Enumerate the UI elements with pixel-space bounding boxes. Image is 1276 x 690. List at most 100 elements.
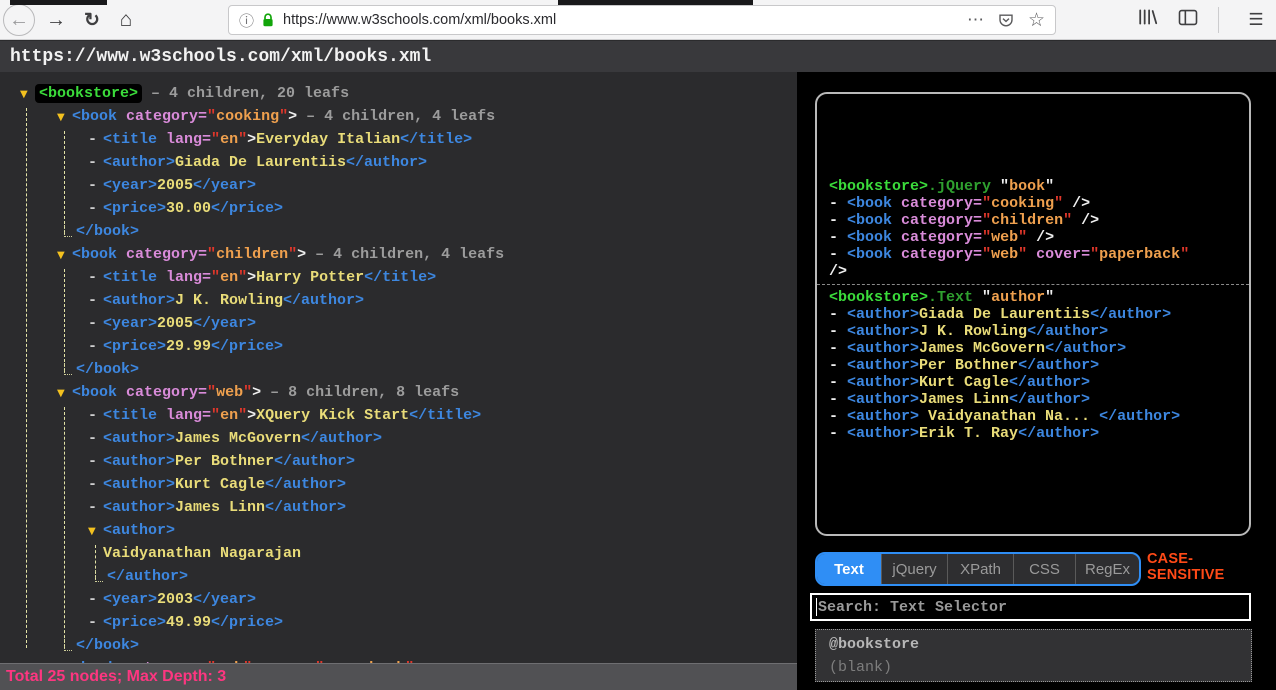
page-actions-icon[interactable]: ⋯ — [967, 10, 984, 30]
code-segment: Everyday Italian — [256, 131, 400, 148]
code-segment: " — [1045, 289, 1054, 306]
code-segment: - — [829, 195, 847, 212]
code-segment: - — [829, 246, 847, 263]
search-box — [810, 593, 1251, 621]
result-line: - <book category="children" /> — [829, 212, 1237, 229]
code-segment: " — [1045, 178, 1054, 195]
sidebar-toggle-icon[interactable] — [1178, 9, 1198, 31]
code-segment: <author> — [847, 357, 919, 374]
expander-triangle-icon[interactable]: ▼ — [88, 526, 103, 537]
tree-node-row[interactable]: -<author>Per Bothner</author> — [0, 453, 797, 476]
code-segment: 2003 — [157, 591, 193, 608]
code-segment: <bookstore> — [829, 289, 928, 306]
close-tag-corner — [64, 363, 72, 375]
reload-button[interactable]: ↻ — [76, 4, 108, 36]
code-segment: <year> — [103, 315, 157, 332]
code-segment: Vaidyanathan Na... — [919, 408, 1099, 425]
tab-text[interactable]: Text — [817, 554, 881, 584]
code-segment: </author> — [1018, 357, 1099, 374]
tree-node-row[interactable]: -<year>2005</year> — [0, 177, 797, 200]
bookmark-star-icon[interactable]: ☆ — [1028, 9, 1045, 32]
tree-node-row[interactable]: -<author>James McGovern</author> — [0, 430, 797, 453]
expander-triangle-icon[interactable]: ▼ — [57, 112, 72, 123]
expander-triangle-icon[interactable]: ▼ — [20, 89, 35, 100]
menu-button[interactable]: ☰ — [1240, 4, 1272, 36]
tab-xpath[interactable]: XPath — [947, 554, 1013, 584]
url-text[interactable]: https://www.w3schools.com/xml/books.xml — [283, 12, 967, 28]
code-segment: " — [1018, 229, 1027, 246]
tree-node-row[interactable]: -<author>Kurt Cagle</author> — [0, 476, 797, 499]
tab-regex[interactable]: RegEx — [1075, 554, 1139, 584]
tree-node-row[interactable]: Vaidyanathan Nagarajan — [0, 545, 797, 568]
code-segment: </author> — [346, 154, 427, 171]
code-segment: </author> — [265, 499, 346, 516]
code-segment: = — [973, 212, 982, 229]
code-segment: /> — [829, 263, 847, 280]
leaf-dash-marker: - — [88, 453, 103, 470]
dropdown-item[interactable]: (blank) — [829, 656, 1251, 679]
code-segment: Per Bothner — [175, 453, 274, 470]
page-info-icon[interactable]: ⓘ — [239, 10, 254, 31]
pocket-icon[interactable] — [998, 12, 1014, 28]
tree-node-row[interactable]: -<price>29.99</price> — [0, 338, 797, 361]
tree-node-row[interactable]: -<year>2005</year> — [0, 315, 797, 338]
tab-css[interactable]: CSS — [1013, 554, 1075, 584]
tree-node-row[interactable]: -<author>J K. Rowling</author> — [0, 292, 797, 315]
tree-node-row[interactable]: ▼<author> — [0, 522, 797, 545]
result-line: - <author>J K. Rowling</author> — [829, 323, 1237, 340]
code-segment: " — [211, 269, 220, 286]
tree-node-row[interactable]: -<year>2003</year> — [0, 591, 797, 614]
code-segment: = — [1081, 246, 1090, 263]
result-line: /> — [829, 263, 1237, 280]
code-segment: J K. Rowling — [919, 323, 1027, 340]
expander-triangle-icon[interactable]: ▼ — [57, 250, 72, 261]
code-segment: – 4 children, 4 leafs — [306, 246, 504, 263]
library-icon[interactable] — [1138, 8, 1158, 31]
window-edge-artifact — [558, 0, 753, 5]
code-segment: - — [829, 374, 847, 391]
tree-node-row[interactable]: </author> — [0, 568, 797, 591]
code-segment: Kurt Cagle — [175, 476, 265, 493]
case-label-line2: SENSITIVE — [1147, 567, 1225, 583]
code-segment: </author> — [1099, 408, 1180, 425]
code-segment: </author> — [265, 476, 346, 493]
code-segment: </author> — [274, 453, 355, 470]
tree-node-row[interactable]: -<price>49.99</price> — [0, 614, 797, 637]
code-segment: = — [202, 407, 211, 424]
back-button[interactable]: ← — [3, 4, 35, 36]
tree-node-row[interactable]: -<title lang="en">XQuery Kick Start</tit… — [0, 407, 797, 430]
code-segment: </author> — [1027, 323, 1108, 340]
search-input[interactable] — [812, 595, 1249, 619]
tree-node-row[interactable]: </book> — [0, 637, 797, 660]
expander-triangle-icon[interactable]: ▼ — [57, 388, 72, 399]
code-segment: </price> — [211, 200, 283, 217]
tree-node-row[interactable]: -<author>Giada De Laurentiis</author> — [0, 154, 797, 177]
code-segment: = — [973, 195, 982, 212]
code-segment: <title — [103, 407, 166, 424]
home-button[interactable]: ⌂ — [110, 4, 142, 36]
tree-node-row[interactable]: ▼<book category="children"> – 4 children… — [0, 246, 797, 269]
code-segment: </author> — [107, 568, 188, 585]
tree-node-row[interactable]: -<author>James Linn</author> — [0, 499, 797, 522]
address-bar[interactable]: ⓘ https://www.w3schools.com/xml/books.xm… — [228, 5, 1056, 35]
dropdown-item[interactable]: @bookstore — [829, 633, 1251, 656]
tree-node-row[interactable]: ▼<book category="cooking"> – 4 children,… — [0, 108, 797, 131]
window-edge-artifact — [10, 0, 107, 5]
leaf-dash-marker: - — [88, 177, 103, 194]
code-segment: <book — [847, 195, 901, 212]
tree-node-row[interactable]: ▼<book category="web"> – 8 children, 8 l… — [0, 384, 797, 407]
tree-node-row[interactable]: </book> — [0, 361, 797, 384]
tree-node-row[interactable]: -<title lang="en">Everyday Italian</titl… — [0, 131, 797, 154]
tree-node-row[interactable]: ▼<bookstore> – 4 children, 20 leafs — [0, 85, 797, 108]
code-segment: " — [238, 407, 247, 424]
tree-node-row[interactable]: -<price>30.00</price> — [0, 200, 797, 223]
leaf-dash-marker: - — [88, 315, 103, 332]
code-segment: <price> — [103, 338, 166, 355]
code-segment: XQuery Kick Start — [256, 407, 409, 424]
tree-node-row[interactable]: </book> — [0, 223, 797, 246]
code-segment: > — [252, 384, 261, 401]
code-segment: web — [991, 246, 1018, 263]
tab-jquery[interactable]: jQuery — [881, 554, 947, 584]
tree-node-row[interactable]: -<title lang="en">Harry Potter</title> — [0, 269, 797, 292]
forward-button[interactable]: → — [40, 4, 72, 36]
